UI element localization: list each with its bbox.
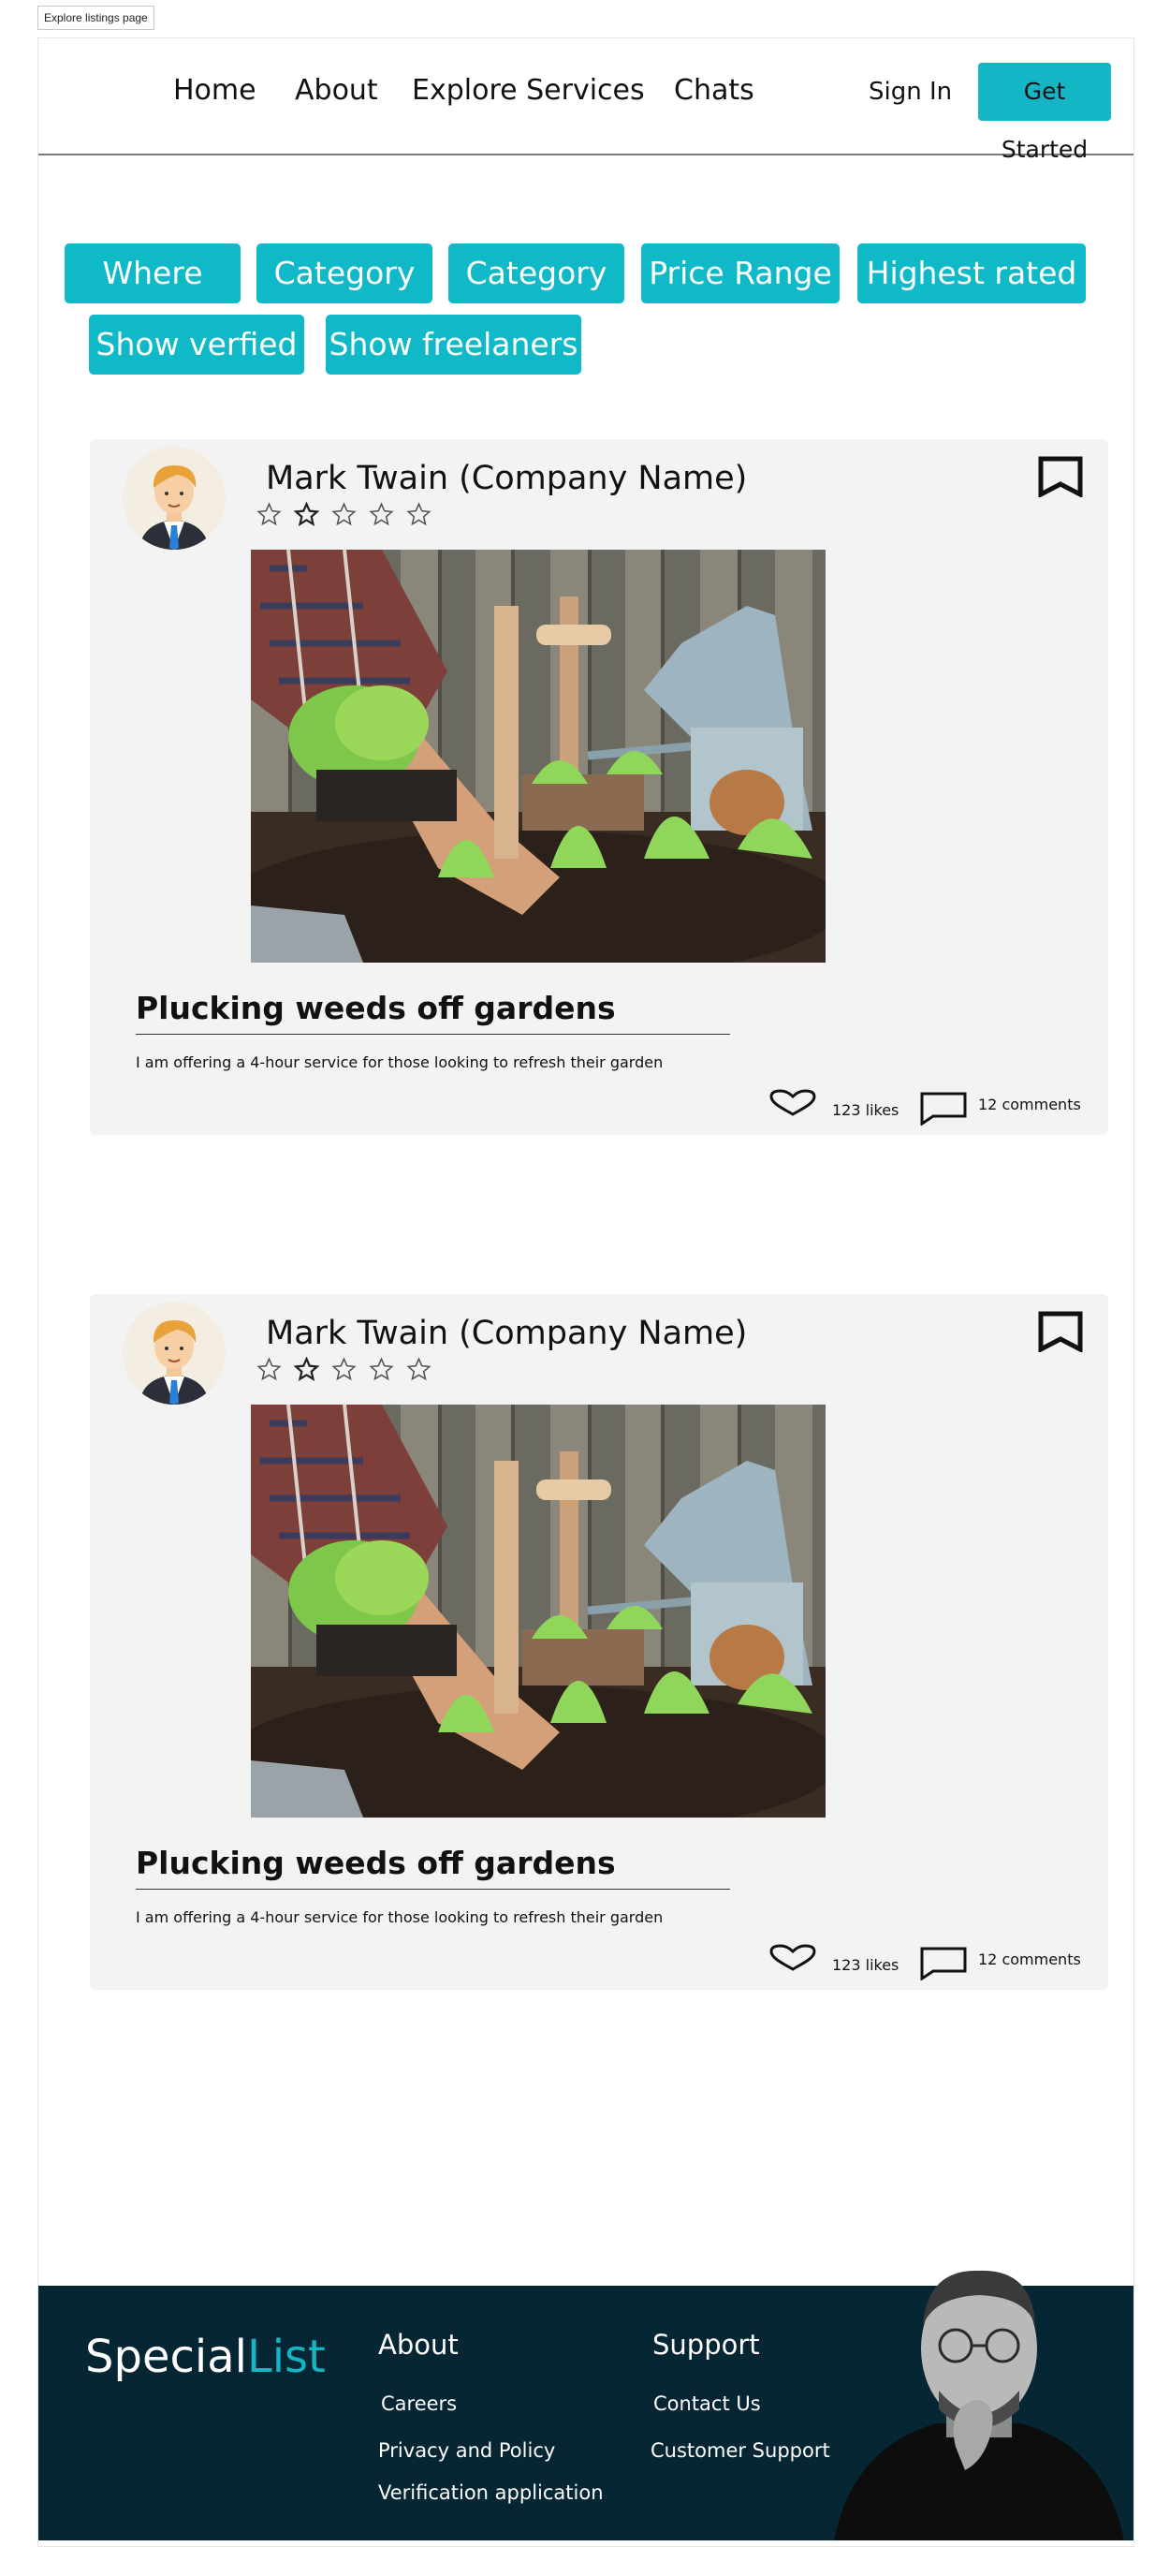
star-icon[interactable] bbox=[331, 1357, 357, 1382]
footer-link-customer-support[interactable]: Customer Support bbox=[651, 2439, 830, 2462]
bookmark-icon[interactable] bbox=[1038, 1311, 1083, 1352]
footer-about-heading: About bbox=[378, 2329, 459, 2361]
page-tag: Explore listings page bbox=[37, 6, 154, 30]
listing-title[interactable]: Plucking weeds off gardens bbox=[136, 1845, 730, 1890]
footer-link-contact[interactable]: Contact Us bbox=[653, 2392, 761, 2415]
brand-logo[interactable]: SpecialList bbox=[85, 2331, 326, 2383]
nav-about[interactable]: About bbox=[295, 74, 378, 107]
filter-show-freelancers[interactable]: Show freelaners bbox=[326, 315, 581, 375]
star-icon[interactable] bbox=[256, 502, 282, 527]
filter-show-verified[interactable]: Show verfied bbox=[89, 315, 304, 375]
star-icon[interactable] bbox=[406, 502, 431, 527]
star-icon[interactable] bbox=[406, 1357, 431, 1382]
nav-chats[interactable]: Chats bbox=[674, 74, 754, 107]
page-frame: Home About Explore Services Chats Sign I… bbox=[37, 37, 1134, 2547]
listing-card[interactable]: Mark Twain (Company Name) Plucking weeds… bbox=[90, 439, 1108, 1135]
footer-link-verification[interactable]: Verification application bbox=[378, 2481, 604, 2504]
top-nav: Home About Explore Services Chats Sign I… bbox=[38, 38, 1133, 163]
portrait-image bbox=[834, 2270, 1124, 2540]
footer-link-careers[interactable]: Careers bbox=[381, 2392, 457, 2415]
brand-accent: List bbox=[246, 2331, 326, 2383]
star-icon[interactable] bbox=[369, 502, 394, 527]
listing-title[interactable]: Plucking weeds off gardens bbox=[136, 990, 730, 1035]
rating-stars[interactable] bbox=[256, 1357, 431, 1382]
comment-icon[interactable] bbox=[920, 1947, 967, 1980]
heart-icon[interactable] bbox=[768, 1944, 817, 1972]
filter-where[interactable]: Where bbox=[65, 243, 241, 303]
listing-photo bbox=[251, 550, 826, 963]
listing-description: I am offering a 4-hour service for those… bbox=[136, 1053, 664, 1071]
nav-home[interactable]: Home bbox=[173, 74, 256, 107]
rating-stars[interactable] bbox=[256, 502, 431, 527]
star-icon[interactable] bbox=[294, 502, 319, 527]
avatar bbox=[123, 447, 226, 550]
filter-category[interactable]: Category bbox=[256, 243, 432, 303]
filter-category-2[interactable]: Category bbox=[448, 243, 624, 303]
avatar bbox=[123, 1302, 226, 1405]
heart-icon[interactable] bbox=[768, 1089, 817, 1117]
star-icon[interactable] bbox=[294, 1357, 319, 1382]
footer-support-heading: Support bbox=[652, 2329, 760, 2361]
company-name: Mark Twain (Company Name) bbox=[266, 460, 748, 497]
likes-count: 123 likes bbox=[832, 1956, 899, 1974]
footer: SpecialList About Careers Privacy and Po… bbox=[38, 2270, 1133, 2540]
company-name: Mark Twain (Company Name) bbox=[266, 1315, 748, 1352]
brand-main: Special bbox=[85, 2331, 247, 2383]
star-icon[interactable] bbox=[256, 1357, 282, 1382]
comments-count[interactable]: 12 comments bbox=[978, 1950, 1081, 1968]
listing-description: I am offering a 4-hour service for those… bbox=[136, 1908, 664, 1926]
star-icon[interactable] bbox=[331, 502, 357, 527]
likes-count: 123 likes bbox=[832, 1101, 899, 1119]
listing-card[interactable]: Mark Twain (Company Name) Plucking weeds… bbox=[90, 1294, 1108, 1990]
listing-photo bbox=[251, 1405, 826, 1818]
comment-icon[interactable] bbox=[920, 1092, 967, 1126]
sign-in-link[interactable]: Sign In bbox=[869, 78, 952, 106]
filter-highest-rated[interactable]: Highest rated bbox=[857, 243, 1086, 303]
get-started-button[interactable]: Get Started bbox=[978, 63, 1111, 163]
footer-link-privacy[interactable]: Privacy and Policy bbox=[378, 2439, 555, 2462]
star-icon[interactable] bbox=[369, 1357, 394, 1382]
bookmark-icon[interactable] bbox=[1038, 456, 1083, 497]
filter-price-range[interactable]: Price Range bbox=[641, 243, 840, 303]
comments-count[interactable]: 12 comments bbox=[978, 1096, 1081, 1113]
nav-explore-services[interactable]: Explore Services bbox=[412, 74, 645, 107]
